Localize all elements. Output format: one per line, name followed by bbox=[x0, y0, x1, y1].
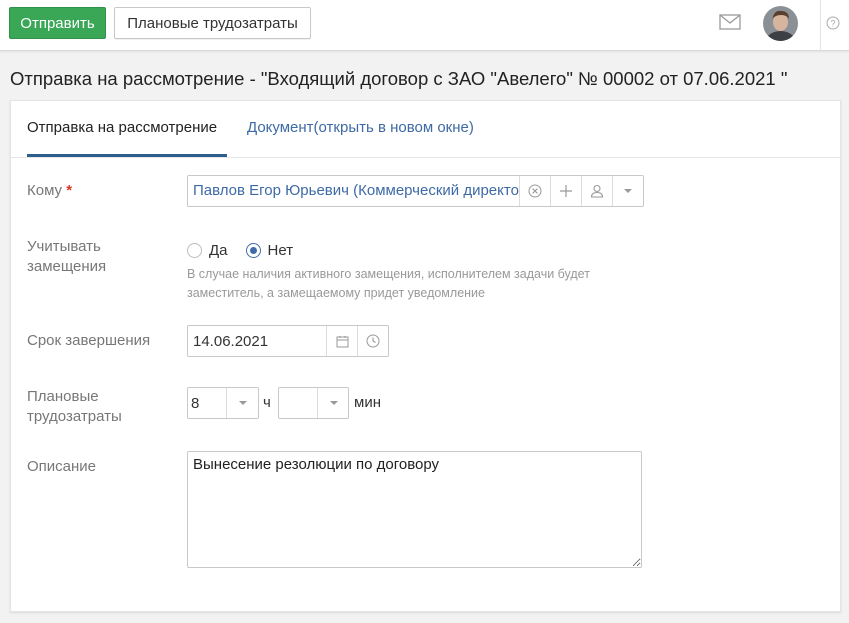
substitution-label-line2: замещения bbox=[27, 258, 107, 275]
planned-effort-label-line1: Плановые bbox=[27, 388, 99, 405]
radio-no-label[interactable]: Нет bbox=[268, 242, 294, 259]
planned-effort-label-line2: трудозатраты bbox=[27, 408, 122, 425]
minutes-select bbox=[278, 387, 349, 419]
description-textarea[interactable]: Вынесение резолюции по договору bbox=[187, 451, 642, 568]
avatar[interactable] bbox=[763, 6, 798, 41]
radio-yes-label[interactable]: Да bbox=[209, 242, 228, 259]
recipient-value[interactable]: Павлов Егор Юрьевич (Коммерческий директ… bbox=[193, 182, 519, 199]
active-tab-indicator bbox=[27, 154, 227, 157]
planned-effort-label: Плановые трудозатраты bbox=[27, 387, 122, 427]
required-mark: * bbox=[66, 182, 73, 199]
hours-dropdown-icon[interactable] bbox=[226, 388, 258, 418]
substitution-label: Учитывать замещения bbox=[27, 237, 106, 277]
dropdown-icon[interactable] bbox=[612, 176, 643, 206]
hours-unit: ч bbox=[263, 394, 271, 411]
svg-text:?: ? bbox=[830, 18, 835, 28]
clock-icon[interactable] bbox=[357, 326, 388, 356]
hours-select bbox=[187, 387, 259, 419]
help-icon[interactable]: ? bbox=[826, 16, 840, 30]
calendar-icon[interactable] bbox=[326, 326, 357, 356]
plus-icon[interactable] bbox=[550, 176, 581, 206]
radio-no[interactable] bbox=[245, 242, 261, 258]
send-button[interactable]: Отправить bbox=[9, 7, 106, 39]
description-label: Описание bbox=[27, 458, 97, 475]
substitution-options: Да Нет bbox=[187, 240, 293, 260]
hours-input[interactable] bbox=[188, 388, 226, 418]
recipient-label-text: Кому bbox=[27, 182, 63, 199]
toolbar-divider bbox=[820, 0, 821, 51]
minutes-dropdown-icon[interactable] bbox=[317, 388, 349, 418]
due-date-input[interactable] bbox=[188, 326, 326, 356]
minutes-input[interactable] bbox=[279, 388, 317, 418]
tab-send-for-review[interactable]: Отправка на рассмотрение bbox=[27, 119, 217, 136]
substitution-hint: В случае наличия активного замещения, ис… bbox=[187, 267, 590, 300]
minutes-unit: мин bbox=[354, 394, 381, 411]
top-toolbar: Отправить Плановые трудозатраты ? bbox=[0, 0, 849, 51]
recipient-label: Кому * bbox=[27, 181, 72, 201]
tab-document-link[interactable]: Документ(открыть в новом окне) bbox=[247, 119, 474, 136]
user-icon[interactable] bbox=[581, 176, 612, 206]
recipient-field[interactable]: Павлов Егор Юрьевич (Коммерческий директ… bbox=[187, 175, 644, 207]
due-date-field bbox=[187, 325, 389, 357]
tab-bar: Отправка на рассмотрение Документ(открыт… bbox=[11, 101, 840, 158]
due-date-label: Срок завершения bbox=[27, 332, 151, 349]
radio-yes[interactable] bbox=[187, 242, 202, 258]
planned-effort-button[interactable]: Плановые трудозатраты bbox=[114, 7, 311, 39]
clear-icon[interactable] bbox=[519, 176, 550, 206]
mail-icon[interactable] bbox=[719, 13, 741, 31]
page-title: Отправка на рассмотрение - "Входящий дог… bbox=[10, 68, 788, 89]
substitution-label-line1: Учитывать bbox=[27, 238, 101, 255]
form-card: Отправка на рассмотрение Документ(открыт… bbox=[10, 100, 841, 612]
